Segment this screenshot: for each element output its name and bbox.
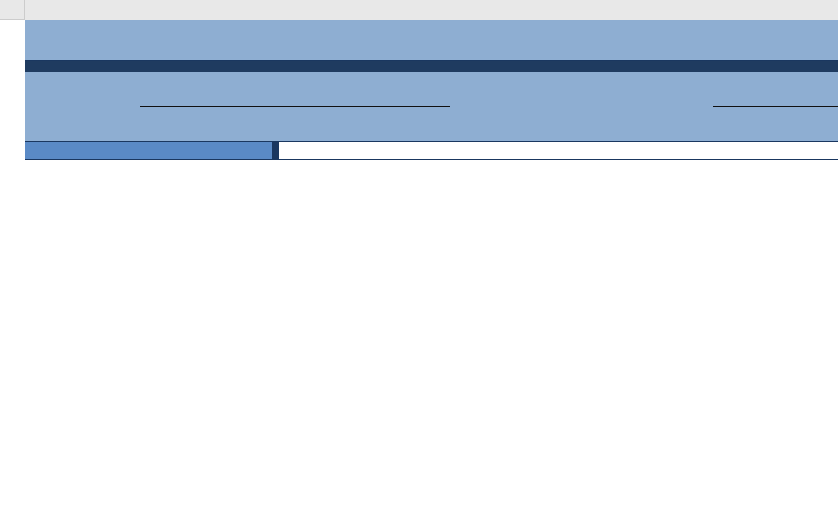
- spreadsheet-grid: [25, 20, 838, 510]
- hours-header-row[interactable]: [25, 125, 838, 141]
- week-ending-underline: [713, 106, 838, 107]
- department-underline: [140, 106, 450, 107]
- form-labels-row[interactable]: [25, 88, 838, 109]
- column-labels-row[interactable]: [25, 141, 838, 160]
- day-header-fri: [278, 142, 279, 159]
- selection-marker: [831, 306, 833, 396]
- select-all-corner[interactable]: [0, 0, 25, 20]
- employee-assignment-header: [25, 142, 273, 159]
- hours-label: [273, 125, 838, 141]
- spacer-row-3[interactable]: [25, 72, 838, 88]
- title-cell[interactable]: [25, 20, 838, 61]
- column-headers: [25, 0, 838, 20]
- spacer-row-5[interactable]: [25, 109, 838, 125]
- dark-separator-row[interactable]: [25, 61, 838, 72]
